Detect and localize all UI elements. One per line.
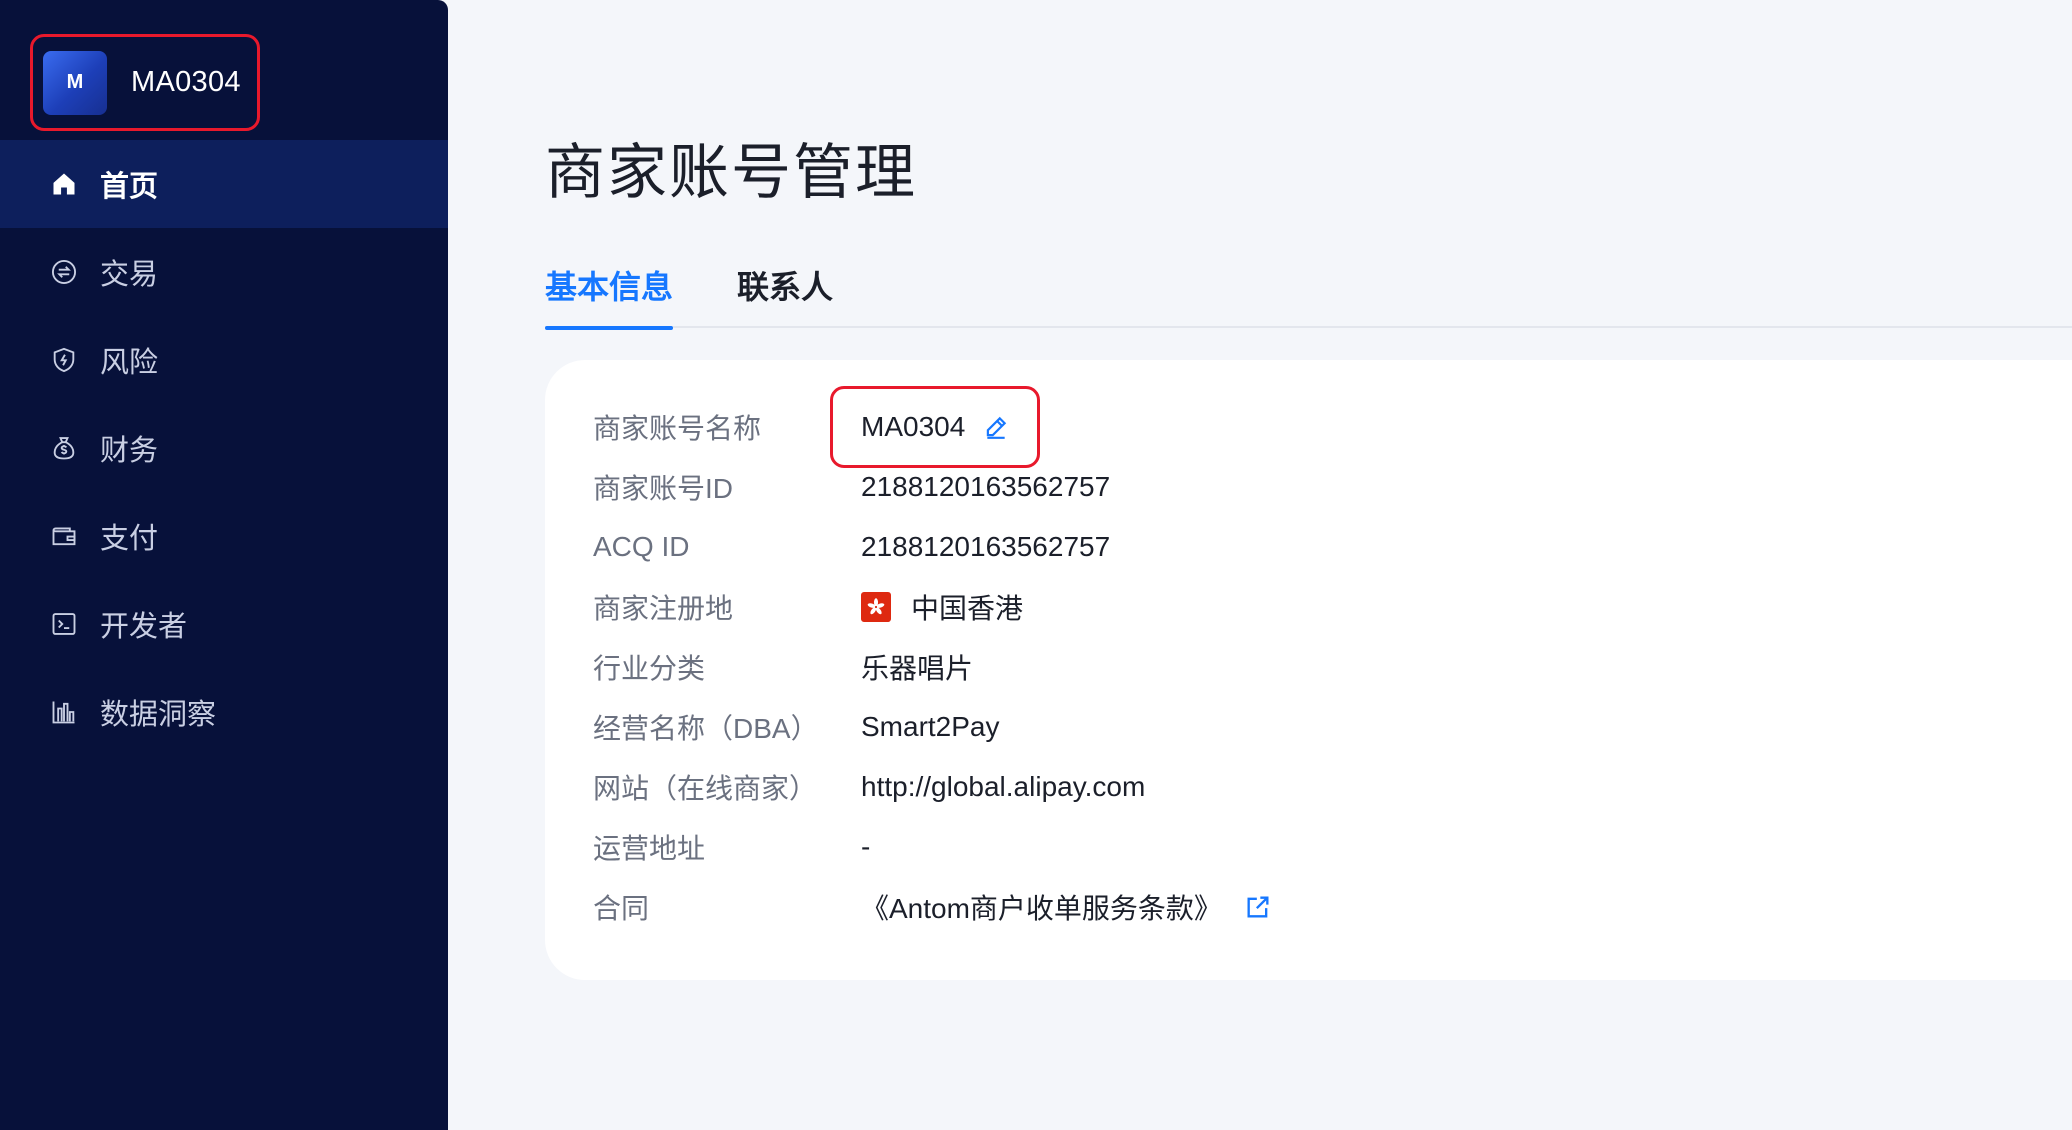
sidebar-item-insights[interactable]: 数据洞察 <box>0 668 448 756</box>
info-row-merchant-name: 商家账号名称 MA0304 <box>593 397 2072 457</box>
sidebar-item-label: 首页 <box>100 171 159 203</box>
info-row-website: 网站（在线商家） http://global.alipay.com <box>593 757 2072 817</box>
home-icon <box>48 168 80 200</box>
sidebar-item-label: 数据洞察 <box>100 699 217 731</box>
field-label: 运营地址 <box>593 833 706 864</box>
sidebar-item-transactions[interactable]: 交易 <box>0 228 448 316</box>
field-value: Smart2Pay <box>861 711 1000 742</box>
field-value: http://global.alipay.com <box>861 771 1146 802</box>
field-value: 乐器唱片 <box>861 653 974 684</box>
info-row-acq-id: ACQ ID 2188120163562757 <box>593 517 2072 577</box>
sidebar-item-risk[interactable]: 风险 <box>0 316 448 404</box>
bar-chart-icon <box>48 696 80 728</box>
merchant-name-value: MA0304 <box>861 411 966 442</box>
sidebar-item-home[interactable]: 首页 <box>0 140 448 228</box>
info-row-industry: 行业分类 乐器唱片 <box>593 637 2072 697</box>
field-label: 网站（在线商家） <box>593 773 818 804</box>
field-label: ACQ ID <box>593 531 690 562</box>
external-link-icon[interactable] <box>1244 893 1272 921</box>
field-value: 中国香港 <box>861 587 1023 627</box>
field-value: 《Antom商户收单服务条款》 <box>861 887 1272 927</box>
info-row-dba: 经营名称（DBA） Smart2Pay <box>593 697 2072 757</box>
info-row-region: 商家注册地 中国香港 <box>593 577 2072 637</box>
field-label: 经营名称（DBA） <box>593 713 819 744</box>
tab-basic-info[interactable]: 基本信息 <box>545 250 674 330</box>
field-label: 行业分类 <box>593 653 706 684</box>
money-bag-icon <box>48 432 80 464</box>
field-label: 商家注册地 <box>593 593 734 624</box>
sidebar-item-developer[interactable]: 开发者 <box>0 580 448 668</box>
exchange-icon <box>48 256 80 288</box>
edit-icon[interactable] <box>983 414 1009 440</box>
merchant-info-card: 商家账号名称 MA0304 商家账号ID 2188120163562757 AC… <box>545 360 2072 980</box>
hong-kong-flag-icon <box>861 592 891 622</box>
info-row-address: 运营地址 - <box>593 817 2072 877</box>
account-switcher[interactable]: M MA0304 <box>30 34 260 131</box>
sidebar-item-label: 风险 <box>100 347 159 379</box>
main-content: 商家账号管理 基本信息 联系人 商家账号名称 MA0304 商家账号ID 218… <box>448 0 2072 1130</box>
page-title: 商家账号管理 <box>545 139 917 206</box>
sidebar-item-finance[interactable]: 财务 <box>0 404 448 492</box>
field-label: 商家账号名称 <box>593 413 762 444</box>
sidebar-item-label: 交易 <box>100 259 159 291</box>
sidebar-item-label: 支付 <box>100 523 159 555</box>
info-row-contract: 合同 《Antom商户收单服务条款》 <box>593 877 2072 937</box>
sidebar-item-label: 财务 <box>100 435 159 467</box>
field-value: 2188120163562757 <box>861 531 1111 562</box>
sidebar: M MA0304 首页 交易 风险 财务 支付 开发者 数据洞察 <box>0 0 448 1130</box>
info-row-merchant-id: 商家账号ID 2188120163562757 <box>593 457 2072 517</box>
sidebar-nav: 首页 交易 风险 财务 支付 开发者 数据洞察 <box>0 140 448 756</box>
field-label: 合同 <box>593 893 650 924</box>
terminal-icon <box>48 608 80 640</box>
sidebar-item-label: 开发者 <box>100 611 188 643</box>
wallet-icon <box>48 520 80 552</box>
field-value: MA0304 <box>861 411 1009 443</box>
field-label: 商家账号ID <box>593 473 734 504</box>
tab-bar: 基本信息 联系人 <box>545 250 2072 330</box>
sidebar-item-payment[interactable]: 支付 <box>0 492 448 580</box>
field-value: - <box>861 831 871 862</box>
tab-contacts[interactable]: 联系人 <box>737 250 833 328</box>
account-name: MA0304 <box>131 66 241 98</box>
shield-icon <box>48 344 80 376</box>
account-logo: M <box>43 50 107 115</box>
app-root: M MA0304 首页 交易 风险 财务 支付 开发者 数据洞察 商家账号管理 … <box>0 0 2072 1130</box>
contract-link[interactable]: 《Antom商户收单服务条款》 <box>861 887 1222 927</box>
region-value: 中国香港 <box>911 593 1024 624</box>
field-value: 2188120163562757 <box>861 471 1111 502</box>
